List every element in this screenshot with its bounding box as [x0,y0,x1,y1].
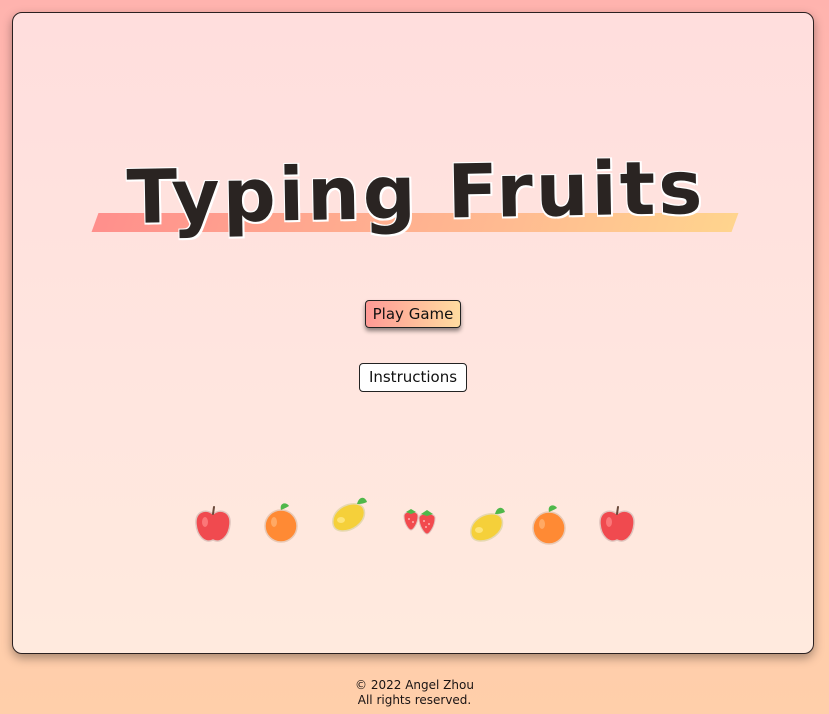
orange-icon [532,505,566,545]
fruit-row [183,488,643,548]
game-card: Typing Fruits Play Game Instructions [12,12,814,654]
rights-text: All rights reserved. [357,693,472,707]
footer: © 2022 Angel Zhou All rights reserved. [0,678,829,708]
play-game-button[interactable]: Play Game [365,300,461,328]
mango-icon [332,497,367,532]
instructions-button[interactable]: Instructions [359,363,467,392]
strawberry-icon [403,509,436,535]
apple-icon [195,506,231,542]
game-title: Typing Fruits [126,144,706,242]
title-banner: Typing Fruits [91,143,741,243]
apple-icon [599,506,635,542]
copyright-text: © 2022 Angel Zhou [355,678,474,692]
orange-icon [264,503,298,543]
mango-icon [470,507,505,542]
